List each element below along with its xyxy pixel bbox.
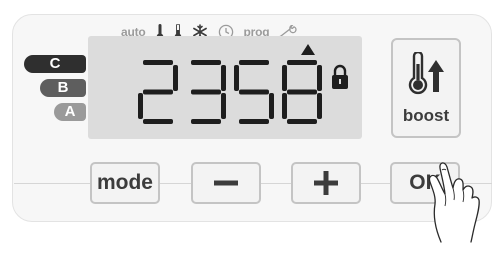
- minus-icon: [214, 180, 238, 186]
- boost-button[interactable]: boost: [391, 38, 461, 138]
- thermometer-arrow-up-icon: [408, 52, 444, 95]
- lcd-digit: [138, 60, 178, 124]
- thermostat-screen: auto prog C B A boost mode OK: [0, 0, 503, 266]
- padlock-icon: [332, 64, 348, 89]
- minus-button[interactable]: [191, 162, 261, 204]
- level-indicator-b: B: [40, 79, 86, 97]
- lcd-digit: [191, 60, 226, 124]
- level-indicator-c: C: [24, 55, 86, 73]
- plus-button[interactable]: [291, 162, 361, 204]
- level-indicator-a: A: [54, 103, 86, 121]
- triangle-up-icon: [301, 44, 315, 55]
- boost-label: boost: [402, 106, 450, 125]
- mode-button[interactable]: mode: [90, 162, 160, 204]
- plus-icon: [314, 171, 338, 195]
- lcd-display: [88, 36, 362, 139]
- lcd-digit: [282, 60, 322, 124]
- lcd-digit: [234, 60, 274, 124]
- seven-segment-readout: [138, 44, 348, 124]
- pointing-hand-icon: [428, 162, 480, 243]
